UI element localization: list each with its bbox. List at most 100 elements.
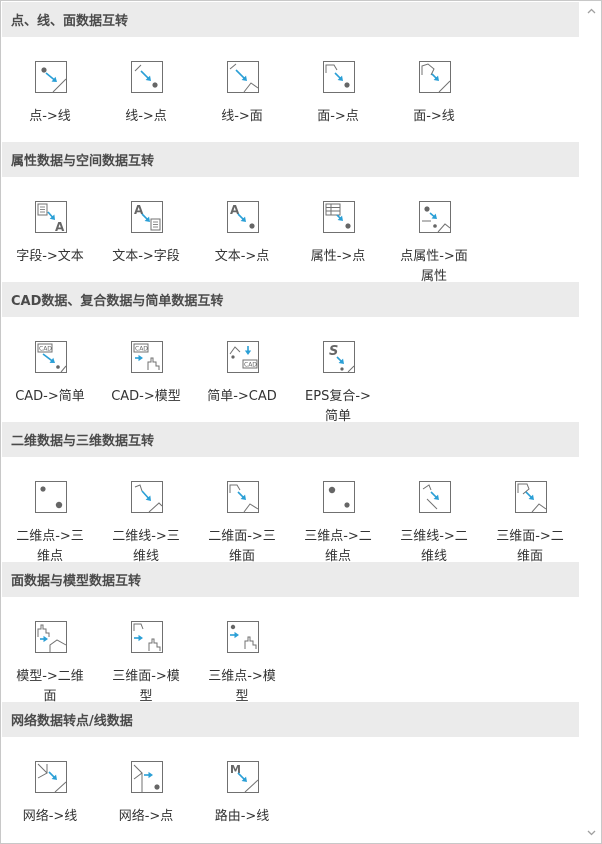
route-to-line-icon: M bbox=[227, 761, 259, 793]
tool-label: 线->面 bbox=[221, 109, 263, 124]
tool-row: 模型->二维面 三维面->模型 三维点->模型 bbox=[2, 597, 579, 704]
section-header: 面数据与模型数据互转 bbox=[2, 562, 579, 597]
section: 面数据与模型数据互转 模型->二维面 三维面->模型 三维点->模型 bbox=[2, 562, 579, 704]
tool-label: 三维面->二维面 bbox=[496, 529, 564, 564]
section-header: 点、线、面数据互转 bbox=[2, 2, 579, 37]
simple-to-cad-icon: CAD bbox=[227, 341, 259, 373]
tool-label: 三维线->二维线 bbox=[400, 529, 468, 564]
tool-button[interactable]: 属性->点 bbox=[290, 177, 386, 282]
cad-to-model-icon: CAD bbox=[131, 341, 163, 373]
tool-label: CAD->简单 bbox=[15, 389, 85, 404]
network-to-line-icon bbox=[35, 761, 67, 793]
tool-label: 面->点 bbox=[317, 109, 359, 124]
tool-button[interactable]: A 字段->文本 bbox=[2, 177, 98, 282]
tool-label: 三维面->模型 bbox=[112, 669, 180, 704]
line-to-polygon-icon bbox=[227, 61, 259, 93]
tool-button[interactable]: 三维面->模型 bbox=[98, 597, 194, 704]
tool-label: 路由->线 bbox=[214, 809, 270, 824]
tool-button[interactable]: 模型->二维面 bbox=[2, 597, 98, 704]
3d-polygon-to-model-icon bbox=[131, 621, 163, 653]
tool-button[interactable]: 三维面->二维面 bbox=[482, 457, 578, 564]
tool-button[interactable]: 点->线 bbox=[2, 37, 98, 142]
polygon-to-point-icon bbox=[323, 61, 355, 93]
tool-button[interactable]: A 文本->字段 bbox=[98, 177, 194, 282]
tool-button[interactable]: M 路由->线 bbox=[194, 737, 290, 842]
tool-label: 文本->点 bbox=[214, 249, 270, 264]
section: 二维数据与三维数据互转二维点->三维点 二维线->三维线 二维面->三维面 三维点->… bbox=[2, 422, 579, 564]
tool-label: 线->点 bbox=[125, 109, 167, 124]
svg-text:A: A bbox=[55, 220, 65, 233]
tool-label: 字段->文本 bbox=[16, 249, 84, 264]
tool-label: 三维点->模型 bbox=[208, 669, 276, 704]
tool-label: 二维面->三维面 bbox=[208, 529, 276, 564]
tool-label: 二维点->三维点 bbox=[16, 529, 84, 564]
scroll-thumb[interactable] bbox=[585, 22, 596, 822]
tool-button[interactable]: CAD CAD->模型 bbox=[98, 317, 194, 422]
tool-button[interactable]: 网络->点 bbox=[98, 737, 194, 842]
tool-row: 网络->线 网络->点 M 路由->线 bbox=[2, 737, 579, 842]
chevron-up-icon bbox=[587, 8, 595, 14]
tool-button[interactable]: S EPS复合->简单 bbox=[290, 317, 386, 424]
scroll-down-button[interactable] bbox=[581, 824, 601, 842]
tool-button[interactable]: 面->点 bbox=[290, 37, 386, 142]
tool-button[interactable]: 线->面 bbox=[194, 37, 290, 142]
svg-text:S: S bbox=[329, 344, 338, 359]
section: 点、线、面数据互转点->线 线->点 线->面 面->点 面->线 bbox=[2, 2, 579, 142]
tool-list: 点、线、面数据互转点->线 线->点 线->面 面->点 面->线属性数据与空间数据互转… bbox=[2, 2, 579, 842]
tool-label: 网络->线 bbox=[22, 809, 78, 824]
svg-text:CAD: CAD bbox=[39, 346, 52, 353]
section: CAD数据、复合数据与简单数据互转 CAD CAD->简单 CAD CAD->模型 CAD… bbox=[2, 282, 579, 424]
tool-button[interactable]: 二维面->三维面 bbox=[194, 457, 290, 564]
section-header: 二维数据与三维数据互转 bbox=[2, 422, 579, 457]
tool-label: 属性->点 bbox=[310, 249, 366, 264]
tool-button[interactable]: 面->线 bbox=[386, 37, 482, 142]
tool-button[interactable]: A 文本->点 bbox=[194, 177, 290, 282]
3d-point-to-model-icon bbox=[227, 621, 259, 653]
tool-label: 点属性->面属性 bbox=[400, 249, 468, 284]
tool-button[interactable]: 线->点 bbox=[98, 37, 194, 142]
section: 属性数据与空间数据互转 A 字段->文本 A 文本->字段 A 文本->点 属性->点 点属性-… bbox=[2, 142, 579, 284]
tool-button[interactable]: 网络->线 bbox=[2, 737, 98, 842]
section-header: CAD数据、复合数据与简单数据互转 bbox=[2, 282, 579, 317]
tool-label: 网络->点 bbox=[118, 809, 174, 824]
tool-button[interactable]: 三维点->二维点 bbox=[290, 457, 386, 564]
network-to-point-icon bbox=[131, 761, 163, 793]
tool-row: 点->线 线->点 线->面 面->点 面->线 bbox=[2, 37, 579, 142]
tool-button[interactable]: 二维线->三维线 bbox=[98, 457, 194, 564]
text-to-point-icon: A bbox=[227, 201, 259, 233]
2d-polygon-to-3d-polygon-icon bbox=[227, 481, 259, 513]
tool-label: 二维线->三维线 bbox=[112, 529, 180, 564]
text-to-field-icon: A bbox=[131, 201, 163, 233]
section-header: 属性数据与空间数据互转 bbox=[2, 142, 579, 177]
tool-row: A 字段->文本 A 文本->字段 A 文本->点 属性->点 点属性->面属性 bbox=[2, 177, 579, 284]
cad-to-simple-icon: CAD bbox=[35, 341, 67, 373]
tool-button[interactable]: 二维点->三维点 bbox=[2, 457, 98, 564]
tool-label: 点->线 bbox=[29, 109, 71, 124]
tool-label: 三维点->二维点 bbox=[304, 529, 372, 564]
point-to-line-icon bbox=[35, 61, 67, 93]
attribute-to-point-icon bbox=[323, 201, 355, 233]
tool-button[interactable]: 三维点->模型 bbox=[194, 597, 290, 704]
chevron-down-icon bbox=[587, 830, 595, 836]
vertical-scrollbar[interactable] bbox=[581, 2, 601, 842]
3d-point-to-2d-point-icon bbox=[323, 481, 355, 513]
section: 网络数据转点/线数据网络->线 网络->点 M 路由->线 bbox=[2, 702, 579, 842]
svg-text:CAD: CAD bbox=[135, 346, 148, 353]
tool-button[interactable]: CAD CAD->简单 bbox=[2, 317, 98, 422]
scroll-up-button[interactable] bbox=[581, 2, 601, 20]
3d-line-to-2d-line-icon bbox=[419, 481, 451, 513]
svg-text:CAD: CAD bbox=[244, 362, 257, 369]
2d-line-to-3d-line-icon bbox=[131, 481, 163, 513]
tool-button[interactable]: CAD 简单->CAD bbox=[194, 317, 290, 422]
tool-button[interactable]: 三维线->二维线 bbox=[386, 457, 482, 564]
tool-label: EPS复合->简单 bbox=[305, 389, 371, 424]
line-to-point-icon bbox=[131, 61, 163, 93]
tool-panel: 点、线、面数据互转点->线 线->点 线->面 面->点 面->线属性数据与空间数据互转… bbox=[0, 0, 602, 844]
tool-button[interactable]: 点属性->面属性 bbox=[386, 177, 482, 284]
section-header: 网络数据转点/线数据 bbox=[2, 702, 579, 737]
eps-compound-to-simple-icon: S bbox=[323, 341, 355, 373]
model-to-2d-polygon-icon bbox=[35, 621, 67, 653]
tool-label: 文本->字段 bbox=[112, 249, 180, 264]
tool-label: 面->线 bbox=[413, 109, 455, 124]
tool-label: 简单->CAD bbox=[207, 389, 277, 404]
